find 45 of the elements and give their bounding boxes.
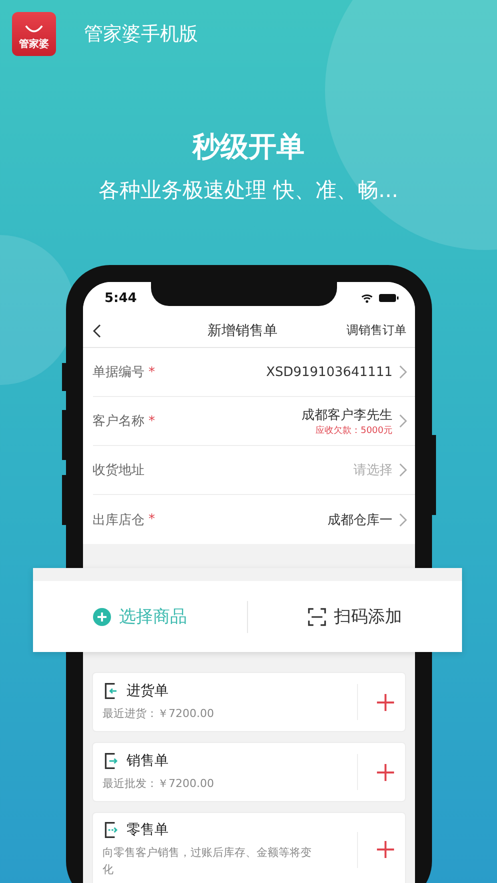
field-label: 客户名称 bbox=[92, 413, 144, 430]
chevron-icon bbox=[398, 463, 406, 477]
scan-add-button[interactable]: 扫码添加 bbox=[304, 601, 406, 632]
form-row[interactable]: 收货地址 请选择 bbox=[92, 446, 414, 495]
field-value: XSD919103641111 bbox=[266, 364, 392, 380]
app-name: 管家婆手机版 bbox=[84, 22, 198, 47]
form-row[interactable]: 客户名称 * 成都客户李先生 应收欠款：5000元 bbox=[92, 397, 414, 446]
debt-note: 应收欠款：5000元 bbox=[316, 424, 392, 436]
convert-order-link[interactable]: 调销售订单 bbox=[346, 322, 406, 339]
chevron-icon bbox=[398, 414, 406, 428]
document-arrow-icon bbox=[102, 752, 120, 770]
field-value: 成都仓库一 bbox=[328, 512, 392, 528]
order-card[interactable]: 销售单 最近批发：￥7200.00 bbox=[92, 742, 406, 802]
smile-icon bbox=[25, 25, 43, 34]
chevron-icon bbox=[398, 365, 406, 379]
plus-icon[interactable] bbox=[376, 762, 394, 782]
scan-icon bbox=[308, 608, 326, 626]
required-mark: * bbox=[148, 512, 155, 527]
headline: 秒级开单 bbox=[192, 129, 304, 165]
plus-circle-icon bbox=[93, 608, 111, 626]
required-mark: * bbox=[148, 364, 155, 380]
chevron-icon bbox=[398, 512, 406, 526]
status-time: 5:44 bbox=[104, 290, 137, 306]
order-detail: 向零售客户销售，过账后库存、金额等将变化 bbox=[102, 845, 312, 878]
plus-icon[interactable] bbox=[376, 840, 394, 859]
form-row[interactable]: 出库店仓 * 成都仓库一 bbox=[92, 495, 414, 544]
required-mark: * bbox=[148, 414, 155, 428]
order-card[interactable]: 零售单 向零售客户销售，过账后库存、金额等将变化 bbox=[92, 812, 406, 883]
logo-text: 管家婆 bbox=[19, 37, 49, 51]
order-title: 进货单 bbox=[126, 682, 168, 700]
field-label: 单据编号 bbox=[92, 364, 144, 381]
field-value: 成都客户李先生 bbox=[302, 406, 392, 424]
order-title: 销售单 bbox=[126, 752, 168, 770]
tagline: 各种业务极速处理 快、准、畅... bbox=[98, 177, 398, 204]
order-detail: 最近批发：￥7200.00 bbox=[102, 776, 215, 792]
order-title: 零售单 bbox=[126, 821, 168, 839]
back-icon[interactable] bbox=[92, 324, 100, 338]
plus-icon[interactable] bbox=[376, 692, 394, 712]
field-placeholder: 请选择 bbox=[354, 462, 392, 479]
form-row[interactable]: 单据编号 * XSD919103641111 bbox=[92, 348, 414, 397]
screen-title: 新增销售单 bbox=[206, 322, 278, 340]
order-card[interactable]: 进货单 最近进货：￥7200.00 bbox=[92, 672, 406, 732]
field-label: 出库店仓 bbox=[92, 512, 144, 528]
field-label: 收货地址 bbox=[92, 462, 144, 479]
order-detail: 最近进货：￥7200.00 bbox=[102, 706, 215, 722]
